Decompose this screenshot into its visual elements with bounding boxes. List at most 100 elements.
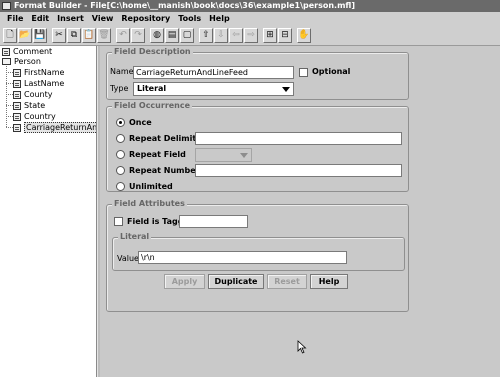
move-left-button[interactable]: ⇦ <box>229 28 243 43</box>
repeat-field-label: Repeat Field <box>129 150 186 159</box>
field-occurrence-group: Field Occurrence Once Repeat Delimiter R… <box>106 101 409 192</box>
field-is-tagged-checkbox[interactable] <box>114 217 123 226</box>
move-up-button[interactable]: ⇧ <box>199 28 213 43</box>
tree-item-firstname[interactable]: FirstName <box>13 67 64 78</box>
tree-item-lastname[interactable]: LastName <box>13 78 64 89</box>
move-right-button[interactable]: ⇨ <box>244 28 258 43</box>
literal-value-field[interactable]: \r\n <box>138 251 347 264</box>
insert-field-button[interactable]: ◍ <box>150 28 164 43</box>
repeat-field-radio[interactable] <box>116 150 125 159</box>
undo-icon: ↶ <box>119 30 127 40</box>
group-legend: Field Attributes <box>112 199 187 208</box>
value-label: Value <box>117 254 139 263</box>
redo-icon: ↷ <box>134 30 142 40</box>
move-down-icon: ⇩ <box>217 30 225 40</box>
tree-item-label: State <box>24 101 46 110</box>
field-properties-panel: Field Description Name CarriageReturnAnd… <box>100 46 500 377</box>
open-icon: 📂 <box>19 30 31 40</box>
literal-group: Literal Value \r\n <box>112 232 405 271</box>
repeat-field-select[interactable] <box>195 148 252 162</box>
paste-button[interactable]: 📋 <box>82 28 96 43</box>
insert-group-icon: ▤ <box>167 30 177 40</box>
move-down-button[interactable]: ⇩ <box>214 28 228 43</box>
tree-item-label: LastName <box>24 79 65 88</box>
open-button[interactable]: 📂 <box>18 28 32 43</box>
new-icon: 🗋 <box>6 30 14 40</box>
tree-item-person[interactable]: Person <box>2 56 41 67</box>
optional-checkbox[interactable] <box>299 68 308 77</box>
delete-icon: 🗑 <box>98 30 110 40</box>
collapse-button[interactable]: ⊟ <box>278 28 292 43</box>
save-button[interactable]: 💾 <box>33 28 47 43</box>
tree-item-label: Person <box>14 57 41 66</box>
once-label: Once <box>129 118 152 127</box>
tree-connector <box>6 83 13 84</box>
tree-item-county[interactable]: County <box>13 89 53 100</box>
insert-comment-button[interactable]: ▢ <box>180 28 194 43</box>
type-label: Type <box>110 84 129 93</box>
undo-button[interactable]: ↶ <box>116 28 130 43</box>
tree-item-label: Country <box>24 112 56 121</box>
redo-button[interactable]: ↷ <box>131 28 145 43</box>
menu-edit[interactable]: Edit <box>27 12 53 26</box>
unlimited-label: Unlimited <box>129 182 173 191</box>
reset-button[interactable]: Reset <box>267 274 307 289</box>
delete-button[interactable]: 🗑 <box>97 28 111 43</box>
tree-item-label: CarriageReturnAnd <box>24 122 96 133</box>
cut-icon: ✂ <box>55 30 63 40</box>
repeat-number-radio[interactable] <box>116 166 125 175</box>
repeat-delimiter-radio[interactable] <box>116 134 125 143</box>
name-label: Name <box>110 67 134 76</box>
save-icon: 💾 <box>34 30 46 40</box>
new-button[interactable]: 🗋 <box>3 28 17 43</box>
window-title: Format Builder - File[C:\home\__manish\b… <box>14 1 356 10</box>
menu-insert[interactable]: Insert <box>53 12 88 26</box>
insert-group-button[interactable]: ▤ <box>165 28 179 43</box>
field-icon <box>13 123 21 132</box>
chevron-down-icon <box>240 153 248 158</box>
cut-button[interactable]: ✂ <box>52 28 66 43</box>
tree-connector <box>6 64 7 127</box>
type-select[interactable]: Literal <box>133 82 294 96</box>
folder-icon <box>2 58 11 65</box>
expand-button[interactable]: ⊞ <box>263 28 277 43</box>
format-tree: Comment Person FirstName LastName County… <box>0 46 97 377</box>
move-up-icon: ⇧ <box>202 30 210 40</box>
once-radio[interactable] <box>116 118 125 127</box>
field-description-group: Field Description Name CarriageReturnAnd… <box>106 47 409 100</box>
group-legend: Literal <box>118 232 152 241</box>
help-action-button[interactable]: Help <box>310 274 348 289</box>
tree-item-state[interactable]: State <box>13 100 45 111</box>
group-legend: Field Description <box>112 47 193 56</box>
apply-button[interactable]: Apply <box>164 274 205 289</box>
field-attributes-group: Field Attributes Field is Tagged Literal… <box>106 199 409 312</box>
title-bar: Format Builder - File[C:\home\__manish\b… <box>0 0 500 12</box>
mouse-cursor-icon <box>297 340 307 354</box>
tree-connector <box>6 72 13 73</box>
tree-connector <box>6 116 13 117</box>
help-button[interactable]: ✋ <box>297 28 311 43</box>
repeat-delimiter-field[interactable] <box>195 132 402 145</box>
tree-item-carriagereturn[interactable]: CarriageReturnAnd <box>13 122 96 133</box>
duplicate-button[interactable]: Duplicate <box>208 274 264 289</box>
toolbar: 🗋 📂 💾 ✂ ⧉ 📋 🗑 ↶ ↷ ◍ ▤ ▢ ⇧ ⇩ ⇦ ⇨ ⊞ ⊟ ✋ <box>0 26 500 46</box>
menu-file[interactable]: File <box>3 12 27 26</box>
copy-icon: ⧉ <box>70 30 78 40</box>
menu-tools[interactable]: Tools <box>174 12 205 26</box>
menu-help[interactable]: Help <box>205 12 234 26</box>
menu-view[interactable]: View <box>88 12 118 26</box>
tag-field[interactable] <box>179 215 248 228</box>
tree-item-country[interactable]: Country <box>13 111 56 122</box>
tree-item-label: County <box>24 90 53 99</box>
repeat-number-field[interactable] <box>195 164 402 177</box>
menu-repository[interactable]: Repository <box>117 12 174 26</box>
repeat-number-label: Repeat Number <box>129 166 200 175</box>
move-left-icon: ⇦ <box>232 30 240 40</box>
copy-button[interactable]: ⧉ <box>67 28 81 43</box>
collapse-icon: ⊟ <box>281 30 289 40</box>
tree-connector <box>6 127 13 128</box>
unlimited-radio[interactable] <box>116 182 125 191</box>
group-legend: Field Occurrence <box>112 101 193 110</box>
chevron-down-icon <box>282 87 290 92</box>
name-field[interactable]: CarriageReturnAndLineFeed <box>133 66 294 79</box>
